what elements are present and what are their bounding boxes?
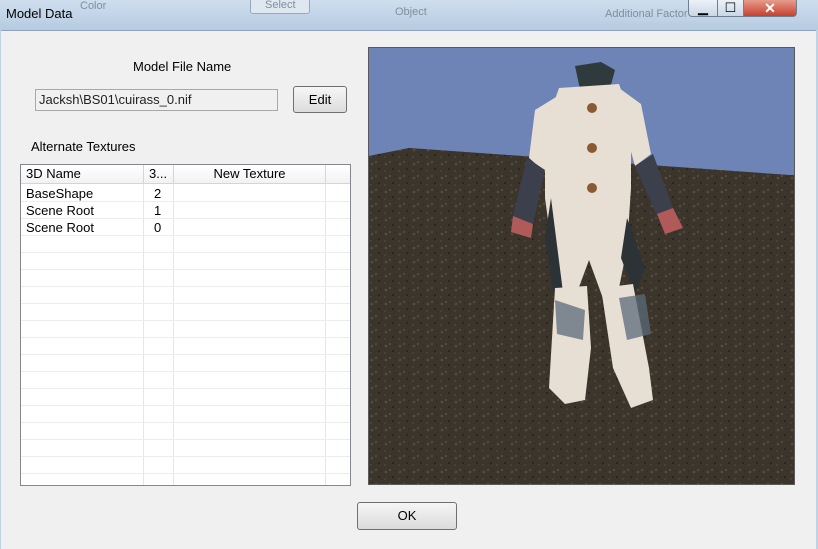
row-divider <box>21 422 350 423</box>
close-button[interactable]: ✕ <box>743 0 797 17</box>
background-window-button: Select <box>250 0 310 14</box>
model-button <box>587 143 597 153</box>
textures-list[interactable]: 3D Name 3... New Texture BaseShape 2 Sce… <box>20 164 351 486</box>
title-bar[interactable]: Color Select Object Additional Factor Mo… <box>0 0 818 30</box>
row-divider <box>21 388 350 389</box>
row-count: 2 <box>154 186 162 201</box>
maximize-button[interactable]: ☐ <box>717 0 744 17</box>
edit-button[interactable]: Edit <box>293 86 347 113</box>
model-preview-scene <box>369 48 794 484</box>
row-divider <box>21 405 350 406</box>
row-3d-name: BaseShape <box>26 186 94 201</box>
background-window-text: Color <box>80 0 107 12</box>
row-divider <box>21 371 350 372</box>
row-divider <box>21 456 350 457</box>
row-divider <box>21 354 350 355</box>
column-header-count[interactable]: 3... <box>144 165 174 184</box>
model-file-label: Model File Name <box>133 59 232 74</box>
minimize-button[interactable]: ▁ <box>688 0 718 17</box>
model-preview-viewport[interactable] <box>368 47 795 485</box>
model-button <box>587 183 597 193</box>
dialog-body: Model File Name Jacksh\BS01\cuirass_0.ni… <box>1 30 816 549</box>
column-header-3d-name[interactable]: 3D Name <box>21 165 144 184</box>
window-title: Model Data <box>6 6 73 21</box>
row-divider <box>21 473 350 474</box>
ok-button[interactable]: OK <box>357 502 457 530</box>
close-icon: ✕ <box>764 0 776 16</box>
maximize-icon: ☐ <box>724 0 737 15</box>
background-window-text: Select <box>265 0 296 11</box>
model-button <box>587 103 597 113</box>
row-count: 0 <box>154 220 162 235</box>
row-divider <box>21 303 350 304</box>
background-window-text: Object <box>395 6 427 18</box>
minimize-icon: ▁ <box>698 0 708 15</box>
row-divider <box>21 337 350 338</box>
column-header-new-texture[interactable]: New Texture <box>174 165 326 184</box>
row-3d-name: Scene Root <box>26 220 94 235</box>
alternate-textures-label: Alternate Textures <box>31 139 136 154</box>
row-divider <box>21 269 350 270</box>
row-divider <box>21 439 350 440</box>
background-window-text: Additional Factor <box>605 8 688 20</box>
row-divider <box>21 252 350 253</box>
column-header-filler <box>326 165 350 184</box>
row-3d-name: Scene Root <box>26 203 94 218</box>
row-divider <box>21 320 350 321</box>
window-controls: ▁ ☐ ✕ <box>688 0 810 18</box>
model-file-field[interactable]: Jacksh\BS01\cuirass_0.nif <box>35 89 278 111</box>
row-divider <box>21 286 350 287</box>
row-count: 1 <box>154 203 162 218</box>
